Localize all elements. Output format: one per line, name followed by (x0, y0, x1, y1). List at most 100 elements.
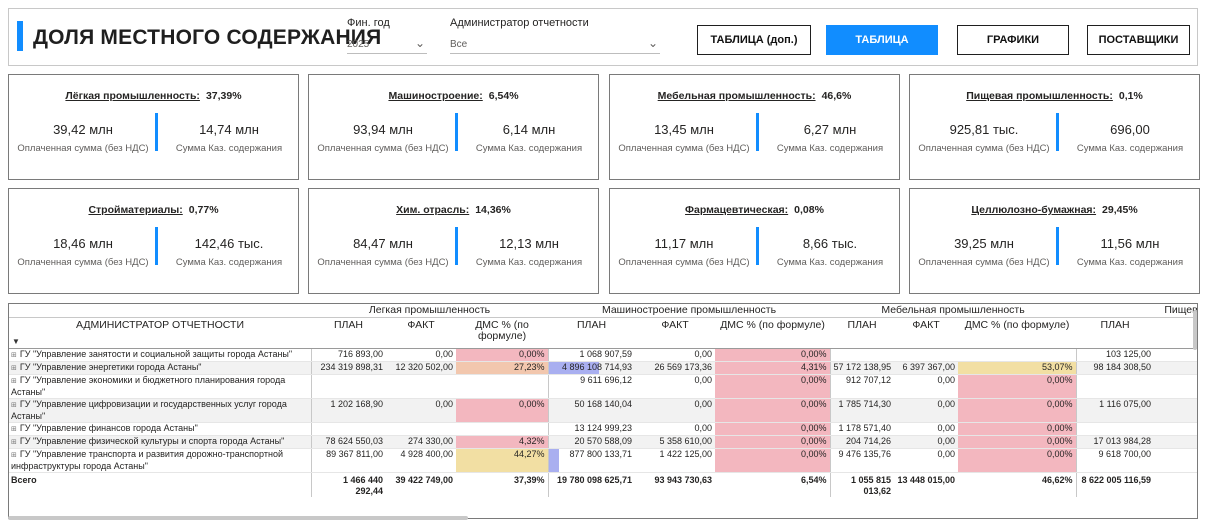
table-cell (310, 374, 386, 399)
card-industry-name[interactable]: Мебельная промышленность: (658, 90, 816, 102)
paid-amount-label: Оплаченная сумма (без НДС) (918, 257, 1050, 268)
column-header-row: АДМИНИСТРАТОР ОТЧЕТНОСТИ ▼ ПЛАН ФАКТ ДМС… (9, 317, 1197, 349)
table-cell: 103 125,00 (1075, 348, 1155, 362)
expand-icon[interactable]: ⊞ (11, 376, 17, 387)
row-admin-label: ГУ "Управление финансов города Астаны" (19, 422, 198, 433)
horizontal-scrollbar[interactable] (8, 516, 468, 520)
cell-value: 0,00% (518, 398, 545, 409)
card-percent: 37,39% (205, 90, 242, 102)
table-row[interactable]: ⊞ ГУ "Управление занятости и социальной з… (9, 348, 1197, 362)
admin-select[interactable]: Все ⌄ (450, 34, 660, 54)
table-cell: 9 611 696,12 (547, 374, 636, 399)
table-cell: 0,00 (894, 448, 959, 473)
metric-divider (756, 113, 759, 151)
industry-card: Хим. отрасль: 14,36% 84,47 млн Оплаченная с… (308, 188, 599, 294)
column-header-plan[interactable]: ПЛАН (830, 317, 895, 349)
table-extra-button[interactable]: ТАБЛИЦА (доп.) (697, 25, 811, 55)
table-button[interactable]: ТАБЛИЦА (826, 25, 938, 55)
table-cell: 89 367 811,00 (310, 448, 386, 473)
table-row[interactable]: ⊞ ГУ "Управление физической культуры и сп… (9, 435, 1197, 449)
charts-button[interactable]: ГРАФИКИ (957, 25, 1069, 55)
kaz-amount-label: Сумма Каз. содержания (475, 143, 583, 154)
vertical-scrollbar[interactable] (1193, 310, 1197, 350)
card-industry-name[interactable]: Лёгкая промышленность: (65, 90, 200, 102)
cell-value: 0,00 (937, 398, 956, 409)
total-label: Всего (9, 471, 311, 497)
table-cell: 78 624 550,03 (310, 435, 386, 449)
table-row[interactable]: ⊞ ГУ "Управление цифровизации и государст… (9, 398, 1197, 423)
cell-value: 0,00% (801, 436, 827, 446)
column-header-plan[interactable]: ПЛАН (311, 317, 386, 349)
table-cell: 53,07% (958, 361, 1077, 375)
row-admin-label: ГУ "Управление транспорта и развития дор… (11, 448, 283, 471)
metric-divider (1056, 113, 1059, 151)
kaz-amount-label: Сумма Каз. содержания (776, 143, 884, 154)
card-industry-name[interactable]: Стройматериалы: (88, 204, 182, 216)
table-row[interactable]: ⊞ ГУ "Управление финансов города Астаны" 1… (9, 422, 1197, 436)
paid-amount-label: Оплаченная сумма (без НДС) (17, 143, 149, 154)
cell-value: 0,00% (801, 423, 827, 433)
card-title: Пищевая промышленность: 0,1% (910, 90, 1199, 102)
cell-value: 27,23% (513, 362, 545, 372)
expand-icon[interactable]: ⊞ (11, 400, 17, 411)
expand-icon[interactable]: ⊞ (11, 424, 17, 435)
column-header-fact[interactable]: ФАКТ (386, 317, 456, 349)
paid-amount-label: Оплаченная сумма (без НДС) (918, 143, 1050, 154)
expand-icon[interactable]: ⊞ (11, 450, 17, 461)
table-cell: 0,00% (958, 398, 1077, 423)
cell-value: 1 422 125,00 (659, 448, 713, 459)
total-cell: 6,54% (715, 471, 831, 497)
column-header-dms[interactable]: ДМС % (по формуле) (715, 317, 831, 349)
cell-value: 0,00 (694, 349, 713, 359)
chevron-down-icon: ⌄ (647, 36, 658, 50)
table-cell: 57 172 138,95 (829, 361, 895, 375)
total-row: Всего 1 466 440 292,44 39 422 749,00 37,39%… (9, 471, 1197, 497)
column-header-admin[interactable]: АДМИНИСТРАТОР ОТЧЕТНОСТИ ▼ (9, 317, 311, 349)
column-header-dms[interactable]: ДМС % (по формуле) (958, 317, 1077, 349)
cell-value: 234 319 898,31 (320, 362, 383, 372)
paid-amount-metric: 93,94 млн Оплаченная сумма (без НДС) (313, 122, 453, 155)
table-cell: 27,23% (456, 361, 549, 375)
year-select[interactable]: 2025 ⌄ (347, 34, 427, 54)
table-cell (310, 422, 386, 436)
table-cell: 44,27% (456, 448, 549, 473)
table-row[interactable]: ⊞ ГУ "Управление энергетики города Астаны… (9, 361, 1197, 375)
column-header-plan[interactable]: ПЛАН (1076, 317, 1155, 349)
card-industry-name[interactable]: Хим. отрасль: (396, 204, 469, 216)
title-accent-bar (17, 21, 23, 51)
column-header-dms[interactable]: ДМС % (по формуле) (456, 317, 549, 349)
cell-value: 17 013 984,28 (1093, 436, 1152, 446)
column-header-fact[interactable]: ФАКТ (635, 317, 716, 349)
kaz-amount-label: Сумма Каз. содержания (1076, 143, 1184, 154)
row-admin-label: ГУ "Управление энергетики города Астаны" (19, 361, 202, 372)
card-industry-name[interactable]: Фармацевтическая: (685, 204, 788, 216)
table-row[interactable]: ⊞ ГУ "Управление экономики и бюджетного п… (9, 374, 1197, 399)
table-row[interactable]: ⊞ ГУ "Управление транспорта и развития до… (9, 448, 1197, 473)
column-header-plan[interactable]: ПЛАН (548, 317, 636, 349)
card-industry-name[interactable]: Целлюлозно-бумажная: (971, 204, 1096, 216)
cell-value: 0,00% (518, 349, 545, 359)
kaz-amount-label: Сумма Каз. содержания (175, 143, 283, 154)
paid-amount-value: 39,42 млн (53, 122, 113, 137)
card-title: Машиностроение: 6,54% (309, 90, 598, 102)
column-header-fact[interactable]: ФАКТ (894, 317, 959, 349)
row-admin-label: ГУ "Управление цифровизации и государств… (11, 398, 287, 421)
card-industry-name[interactable]: Машиностроение: (388, 90, 482, 102)
table-cell: 0,00% (958, 422, 1077, 436)
card-title: Мебельная промышленность: 46,6% (610, 90, 899, 102)
card-title: Целлюлозно-бумажная: 29,45% (910, 204, 1199, 216)
card-percent: 6,54% (488, 90, 519, 102)
table-cell: 0,00% (456, 348, 549, 362)
row-admin-name: ⊞ ГУ "Управление финансов города Астаны" (9, 422, 311, 436)
expand-icon[interactable]: ⊞ (11, 437, 17, 448)
industry-table: Легкая промышленность Машиностроение про… (8, 303, 1198, 519)
suppliers-button[interactable]: ПОСТАВЩИКИ (1087, 25, 1190, 55)
expand-icon[interactable]: ⊞ (11, 350, 17, 361)
card-industry-name[interactable]: Пищевая промышленность: (966, 90, 1113, 102)
expand-icon[interactable]: ⊞ (11, 363, 17, 374)
row-admin-name: ⊞ ГУ "Управление занятости и социальной з… (9, 348, 311, 362)
cell-value: 9 611 696,12 (580, 374, 633, 385)
kaz-amount-value: 14,74 млн (199, 122, 259, 137)
table-cell: 9 618 700,00 (1075, 448, 1155, 473)
table-cell: 0,00 (635, 348, 716, 362)
